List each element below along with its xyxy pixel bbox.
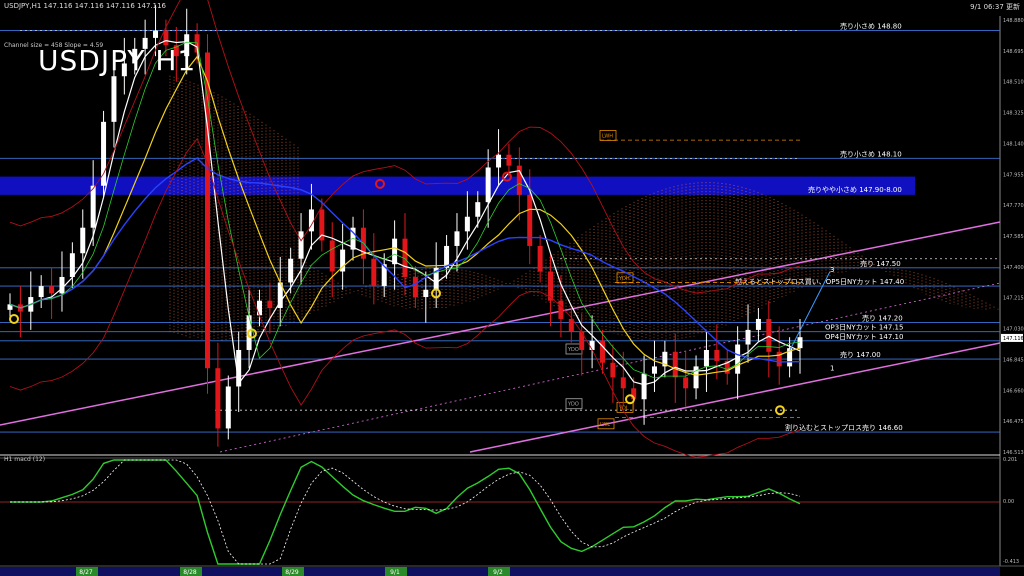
candle-body (735, 344, 741, 374)
macd-label: H1 macd (12) (4, 456, 46, 463)
candle-body (537, 245, 543, 272)
candle-body (568, 318, 574, 332)
price-tick-label: 148.510 (1003, 80, 1024, 86)
chart-header: USDJPY,H1 147.116 147.116 147.116 147.11… (4, 2, 166, 10)
resistance-zone (0, 176, 915, 195)
update-timestamp: 9/1 06:37 更新 (970, 3, 1020, 11)
price-tick-label: 147.030 (1003, 327, 1024, 333)
candle-body (506, 154, 512, 166)
candle-body (475, 202, 481, 217)
candle-body (163, 30, 169, 46)
marker-label: YDO (567, 402, 579, 408)
price-tick-label: 146.660 (1003, 388, 1024, 394)
time-axis-label: 9/1 (390, 569, 400, 576)
candle-body (225, 386, 231, 429)
wave-label: 1 (830, 364, 834, 372)
chart-title: USDJPY H1 (38, 44, 197, 77)
price-tick-label: 146.845 (1003, 357, 1024, 363)
price-tick-label: 147.955 (1003, 172, 1024, 178)
price-tick-label: 148.325 (1003, 111, 1024, 117)
candle-body (745, 329, 751, 345)
chart-background (0, 0, 1024, 576)
zone-label: 売りやや小さめ 147.90-8.00 (808, 185, 902, 194)
macd-tick-label: 0.201 (1003, 457, 1017, 463)
candle-body (392, 238, 398, 265)
candle-body (111, 76, 117, 122)
price-tick-label: 146.475 (1003, 419, 1024, 425)
candle-body (412, 276, 418, 298)
candle-body (267, 300, 273, 308)
candle-body (516, 165, 522, 195)
candle-body (683, 377, 689, 389)
candle-body (329, 240, 335, 272)
candle-body (714, 349, 720, 361)
level-label: 売り 147.50 (860, 259, 901, 268)
price-tick-label: 146.513 (1003, 450, 1024, 456)
candle-body (80, 227, 86, 254)
candle-body (153, 30, 159, 38)
candle-body (485, 167, 491, 203)
candle-body (288, 258, 294, 283)
level-label: 越えるとストップロス買い、OP5日NYカット 147.40 (735, 277, 904, 286)
candle-body (558, 300, 564, 319)
level-label: 売り小さめ 148.80 (840, 22, 902, 31)
level-label: 売り小さめ 148.10 (840, 149, 902, 158)
candle-body (464, 216, 470, 232)
chart-window: 148.880 148.695 148.510 148.325 148.140 147.9… (0, 0, 1024, 576)
candle-body (620, 377, 626, 389)
candle-body (371, 258, 377, 287)
price-tick-label: 148.695 (1003, 49, 1024, 55)
price-tick-label: 148.880 (1003, 18, 1024, 24)
price-tick-label: 147.215 (1003, 296, 1024, 302)
price-tick-label: 147.585 (1003, 234, 1024, 240)
price-chart[interactable]: 148.880 148.695 148.510 148.325 148.140 147.9… (0, 0, 1024, 576)
macd-tick-label: 0.00 (1003, 499, 1014, 505)
candle-body (69, 253, 75, 277)
current-price-label: 147.116 (1003, 336, 1024, 342)
marker-label: YDH (618, 276, 630, 282)
candle-body (496, 154, 502, 168)
candle-body (755, 318, 761, 330)
candle-body (59, 276, 65, 294)
level-label: 売り 147.20 (862, 314, 903, 323)
candle-body (256, 300, 262, 316)
candle-body (38, 286, 44, 298)
price-tick-label: 147.400 (1003, 265, 1024, 271)
time-axis-label: 8/28 (183, 569, 197, 576)
candle-body (215, 368, 221, 429)
level-label: 割り込むとストップロス売り 146.60 (785, 423, 903, 432)
candle-body (423, 289, 429, 298)
marker-label: LWH (602, 133, 613, 139)
candle-body (651, 366, 657, 374)
candle-body (610, 362, 616, 378)
time-axis-label: 8/29 (285, 569, 299, 576)
candle-body (672, 351, 678, 378)
candle-body (589, 340, 595, 350)
level-label: 売り 147.00 (840, 350, 881, 359)
macd-tick-label: -0.413 (1003, 559, 1019, 565)
level-label: OP3日NYカット 147.15 (825, 324, 903, 332)
candle-body (90, 185, 96, 228)
price-tick-label: 148.140 (1003, 141, 1024, 147)
candle-body (703, 349, 709, 367)
marker-label: YDO (567, 347, 579, 353)
marker-label: LWL (600, 422, 610, 428)
candle-body (49, 286, 55, 294)
time-axis-label: 8/27 (79, 569, 93, 576)
wave-label: 3 (830, 266, 834, 274)
candle-body (641, 373, 647, 400)
level-label: OP4日NYカット 147.10 (825, 333, 903, 341)
candle-body (454, 231, 460, 246)
candle-body (298, 231, 304, 259)
time-axis-label: 9/2 (493, 569, 503, 576)
price-tick-label: 147.770 (1003, 203, 1024, 209)
